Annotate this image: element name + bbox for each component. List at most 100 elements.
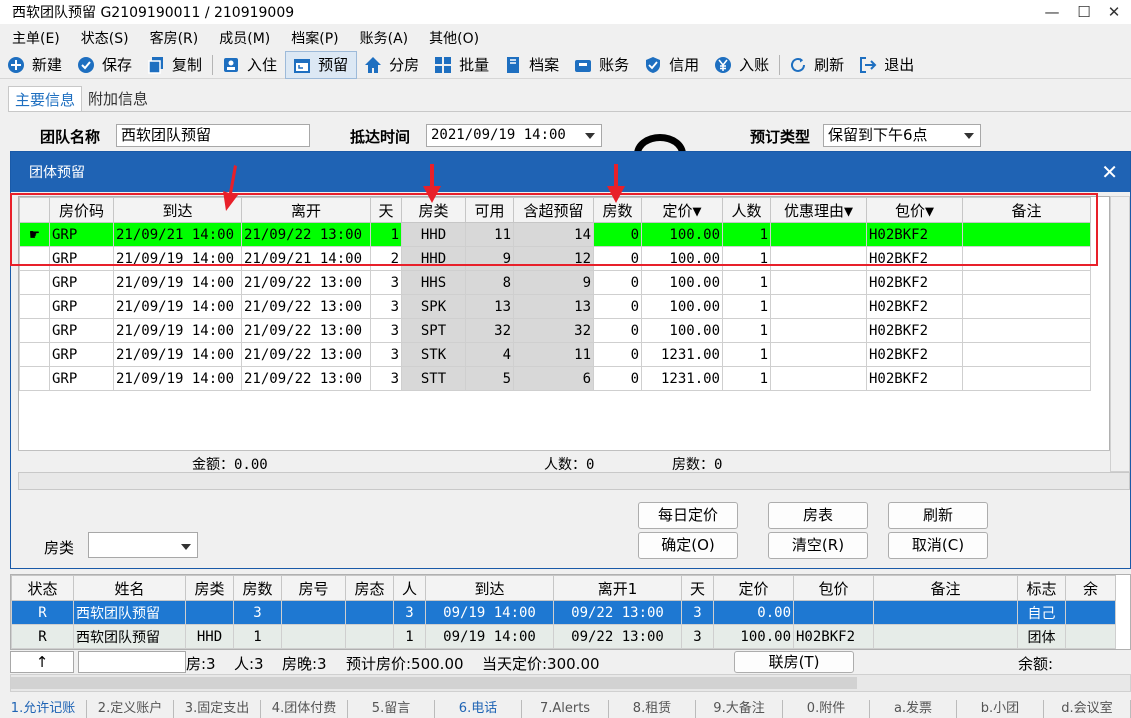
cell-note[interactable]: [962, 270, 1091, 295]
cell-price[interactable]: 100.00: [641, 246, 723, 271]
menu-status[interactable]: 状态(S): [69, 28, 138, 50]
tab-main-info[interactable]: 主要信息: [8, 86, 83, 112]
col-rooms[interactable]: 房数: [233, 575, 282, 601]
cell-rooms[interactable]: 0: [593, 222, 642, 247]
fkey-fixed-expense[interactable]: 3.固定支出: [174, 700, 261, 718]
tab-extra-info[interactable]: 附加信息: [82, 86, 154, 112]
clear-button[interactable]: 清空(R): [768, 532, 868, 559]
col-rooms[interactable]: 房数: [593, 197, 642, 223]
cell-reason[interactable]: [770, 318, 867, 343]
fkey-phone[interactable]: 6.电话: [435, 700, 522, 718]
cell-leave[interactable]: 21/09/22 13:00: [241, 294, 371, 319]
table-row[interactable]: R 西软团队预留 3 3 09/19 14:00 09/22 13:00 3 0…: [11, 600, 1116, 625]
account-button[interactable]: 账务: [567, 51, 637, 79]
fkey-meeting-room[interactable]: d.会议室: [1044, 700, 1131, 718]
fkey-define-account[interactable]: 2.定义账户: [87, 700, 174, 718]
table-row[interactable]: GRP 21/09/19 14:00 21/09/22 13:00 3 STK …: [19, 342, 1091, 367]
batch-button[interactable]: 批量: [427, 51, 497, 79]
credit-button[interactable]: 信用: [637, 51, 707, 79]
room-table-button[interactable]: 房表: [768, 502, 868, 529]
booking-type-select[interactable]: 保留到下午6点: [823, 124, 981, 147]
cell-reason[interactable]: [770, 366, 867, 391]
col-balance[interactable]: 余: [1065, 575, 1116, 601]
cell-rooms[interactable]: 0: [593, 246, 642, 271]
save-button[interactable]: 保存: [70, 51, 140, 79]
room-type-select[interactable]: [88, 532, 198, 558]
menu-account[interactable]: 账务(A): [348, 28, 418, 50]
cell-arrive[interactable]: 21/09/19 14:00: [113, 366, 242, 391]
cell-pkg[interactable]: H02BKF2: [866, 294, 963, 319]
cell-price[interactable]: 100.00: [641, 222, 723, 247]
col-leave[interactable]: 离开1: [553, 575, 682, 601]
fkey-allow-charge[interactable]: 1.允许记账: [0, 700, 87, 718]
cell-price[interactable]: 1231.00: [641, 342, 723, 367]
col-people[interactable]: 人数: [722, 197, 771, 223]
reserve-button[interactable]: 预留: [285, 50, 358, 79]
cell-pkg[interactable]: H02BKF2: [866, 246, 963, 271]
menu-member[interactable]: 成员(M): [207, 28, 279, 50]
cell-note[interactable]: [962, 342, 1091, 367]
col-days[interactable]: 天: [681, 575, 714, 601]
cell-note[interactable]: [962, 318, 1091, 343]
cell-people[interactable]: 1: [722, 318, 771, 343]
cell-price[interactable]: 100.00: [641, 294, 723, 319]
profile-button[interactable]: 档案: [497, 51, 567, 79]
bottom-horizontal-scrollbar[interactable]: [10, 674, 1131, 692]
fkey-message[interactable]: 5.留言: [348, 700, 435, 718]
col-arrive[interactable]: 到达: [113, 197, 242, 223]
cell-leave[interactable]: 21/09/22 13:00: [241, 270, 371, 295]
team-name-input[interactable]: 西软团队预留: [116, 124, 310, 147]
cell-pkg[interactable]: H02BKF2: [866, 222, 963, 247]
col-room-state[interactable]: 房态: [345, 575, 394, 601]
cell-people[interactable]: 1: [722, 270, 771, 295]
table-row[interactable]: GRP 21/09/19 14:00 21/09/21 14:00 2 HHD …: [19, 246, 1091, 271]
col-available[interactable]: 可用: [465, 197, 514, 223]
col-rate-code[interactable]: 房价码: [49, 197, 114, 223]
cell-note[interactable]: [962, 366, 1091, 391]
cell-arrive[interactable]: 21/09/19 14:00: [113, 342, 242, 367]
cell-rooms[interactable]: 0: [593, 318, 642, 343]
cell-reason[interactable]: [770, 246, 867, 271]
cell-leave[interactable]: 21/09/21 14:00: [241, 246, 371, 271]
col-days[interactable]: 天: [370, 197, 402, 223]
cell-people[interactable]: 1: [722, 246, 771, 271]
cell-note[interactable]: [962, 246, 1091, 271]
col-package[interactable]: 包价: [793, 575, 874, 601]
grid-vertical-scrollbar[interactable]: [1110, 196, 1130, 472]
cancel-button[interactable]: 取消(C): [888, 532, 988, 559]
cell-people[interactable]: 1: [722, 222, 771, 247]
table-row[interactable]: GRP 21/09/19 14:00 21/09/22 13:00 3 HHS …: [19, 270, 1091, 295]
cell-price[interactable]: 1231.00: [641, 366, 723, 391]
col-price[interactable]: 定价▼: [641, 197, 723, 223]
copy-button[interactable]: 复制: [140, 51, 210, 79]
cell-leave[interactable]: 21/09/22 13:00: [241, 366, 371, 391]
table-row[interactable]: R 西软团队预留 HHD 1 1 09/19 14:00 09/22 13:00…: [11, 624, 1116, 649]
fkey-invoice[interactable]: a.发票: [870, 700, 957, 718]
cell-arrive[interactable]: 21/09/19 14:00: [113, 318, 242, 343]
cell-rooms[interactable]: 0: [593, 294, 642, 319]
col-arrive[interactable]: 到达: [425, 575, 554, 601]
cell-rooms[interactable]: 0: [593, 342, 642, 367]
grid-horizontal-scrollbar[interactable]: [18, 472, 1130, 490]
col-room-type[interactable]: 房类: [185, 575, 234, 601]
cell-price[interactable]: 100.00: [641, 270, 723, 295]
scrollbar-thumb[interactable]: [11, 677, 857, 689]
cell-leave[interactable]: 21/09/22 13:00: [241, 222, 371, 247]
col-reason[interactable]: 优惠理由▼: [770, 197, 867, 223]
cell-leave[interactable]: 21/09/22 13:00: [241, 318, 371, 343]
cell-people[interactable]: 1: [722, 294, 771, 319]
col-note[interactable]: 备注: [873, 575, 1018, 601]
cell-arrive[interactable]: 21/09/21 14:00: [113, 222, 242, 247]
table-row[interactable]: GRP 21/09/19 14:00 21/09/22 13:00 3 STT …: [19, 366, 1091, 391]
cell-note[interactable]: [962, 294, 1091, 319]
refresh-button[interactable]: 刷新: [782, 51, 852, 79]
cell-reason[interactable]: [770, 342, 867, 367]
fkey-alerts[interactable]: 7.Alerts: [522, 700, 609, 718]
daily-price-button[interactable]: 每日定价: [638, 502, 738, 529]
col-room-type[interactable]: 房类: [401, 197, 466, 223]
new-button[interactable]: 新建: [0, 51, 70, 79]
arrival-select[interactable]: 2021/09/19 14:00: [426, 124, 602, 147]
cell-pkg[interactable]: H02BKF2: [866, 366, 963, 391]
col-name[interactable]: 姓名: [73, 575, 186, 601]
cell-people[interactable]: 1: [722, 366, 771, 391]
